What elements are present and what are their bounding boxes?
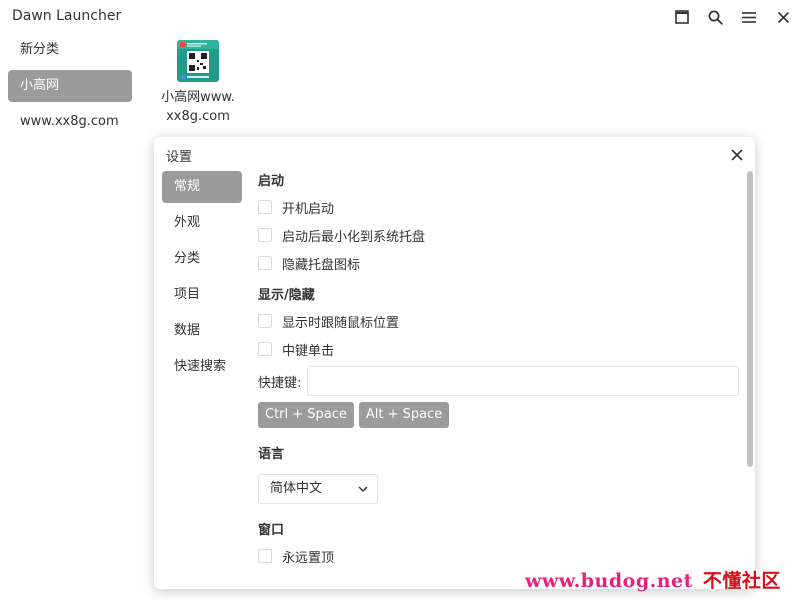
option-middle-click[interactable]: 中键单击 — [258, 335, 744, 363]
section-title-startup: 启动 — [258, 174, 285, 189]
menu-icon — [742, 11, 756, 23]
launcher-item-label-line1: 小高网www. — [161, 90, 235, 105]
launcher-item[interactable]: 小高网www. xx8g.com — [152, 40, 244, 126]
watermark-cn: 不懂社区 — [702, 570, 781, 592]
settings-tab-quick-search[interactable]: 快速搜索 — [162, 351, 242, 383]
checkbox[interactable] — [258, 256, 272, 270]
option-label: 中键单击 — [282, 343, 335, 359]
settings-tab-general[interactable]: 常规 — [162, 171, 242, 203]
checkbox[interactable] — [258, 228, 272, 242]
settings-scrollbar[interactable] — [747, 171, 753, 585]
settings-tab-appearance[interactable]: 外观 — [162, 207, 242, 239]
section-title-window: 窗口 — [258, 523, 285, 538]
settings-dialog: 设置 常规 外观 分类 项目 数据 快速搜索 启动 开机启动 启动后最小化到系统… — [154, 137, 755, 589]
option-label: 开机启动 — [282, 201, 335, 217]
hotkey-tag-ctrl-space[interactable]: Ctrl + Space — [258, 402, 354, 428]
maximize-icon — [675, 10, 689, 24]
search-icon — [708, 10, 723, 25]
category-item-xx8g[interactable]: www.xx8g.com — [8, 106, 132, 138]
qr-code-thumbnail-icon — [177, 40, 219, 82]
option-label: 永远置顶 — [282, 550, 335, 566]
chevron-down-icon — [357, 483, 369, 495]
option-label: 隐藏托盘图标 — [282, 257, 361, 273]
close-button[interactable] — [772, 6, 794, 28]
app-title: Dawn Launcher — [12, 8, 122, 24]
option-label: 启动后最小化到系统托盘 — [282, 229, 426, 245]
option-hide-tray-icon[interactable]: 隐藏托盘图标 — [258, 249, 744, 277]
close-icon — [731, 149, 743, 161]
checkbox[interactable] — [258, 342, 272, 356]
settings-tab-categories[interactable]: 分类 — [162, 243, 242, 275]
hotkey-row: 快捷键: — [258, 365, 744, 397]
launcher-item-label: 小高网www. xx8g.com — [152, 88, 244, 126]
hotkey-label: 快捷键: — [258, 375, 302, 391]
settings-dialog-title: 设置 — [166, 150, 193, 165]
settings-tab-data[interactable]: 数据 — [162, 315, 242, 347]
category-item-xiaogaowang[interactable]: 小高网 — [8, 70, 132, 102]
watermark: www.budog.net 不懂社区 — [525, 566, 781, 593]
search-button[interactable] — [704, 6, 726, 28]
language-select[interactable]: 简体中文 — [258, 474, 378, 504]
category-list: 新分类 小高网 www.xx8g.com — [8, 34, 132, 142]
settings-close-button[interactable] — [728, 146, 746, 164]
language-select-value: 简体中文 — [270, 481, 323, 496]
settings-tab-items[interactable]: 项目 — [162, 279, 242, 311]
category-item-new[interactable]: 新分类 — [8, 34, 132, 66]
maximize-button[interactable] — [671, 6, 693, 28]
launcher-item-label-line2: xx8g.com — [166, 109, 230, 124]
option-launch-at-login[interactable]: 开机启动 — [258, 193, 744, 221]
settings-nav: 常规 外观 分类 项目 数据 快速搜索 — [162, 171, 242, 387]
settings-scrollbar-thumb[interactable] — [747, 171, 753, 467]
menu-button[interactable] — [738, 6, 760, 28]
watermark-url: www.budog.net — [525, 570, 693, 592]
checkbox[interactable] — [258, 314, 272, 328]
section-title-language: 语言 — [258, 447, 285, 462]
checkbox[interactable] — [258, 200, 272, 214]
option-follow-mouse[interactable]: 显示时跟随鼠标位置 — [258, 307, 744, 335]
hotkey-suggestions: Ctrl + Space Alt + Space — [258, 402, 744, 428]
title-bar: Dawn Launcher — [0, 0, 800, 34]
close-icon — [777, 11, 789, 23]
settings-content: 启动 开机启动 启动后最小化到系统托盘 隐藏托盘图标 显示/隐藏 显示时跟随鼠标… — [258, 171, 744, 570]
checkbox[interactable] — [258, 549, 272, 563]
hotkey-tag-alt-space[interactable]: Alt + Space — [358, 402, 450, 428]
option-minimize-to-tray[interactable]: 启动后最小化到系统托盘 — [258, 221, 744, 249]
hotkey-input[interactable] — [307, 366, 740, 396]
section-title-show-hide: 显示/隐藏 — [258, 288, 315, 303]
option-label: 显示时跟随鼠标位置 — [282, 315, 400, 331]
